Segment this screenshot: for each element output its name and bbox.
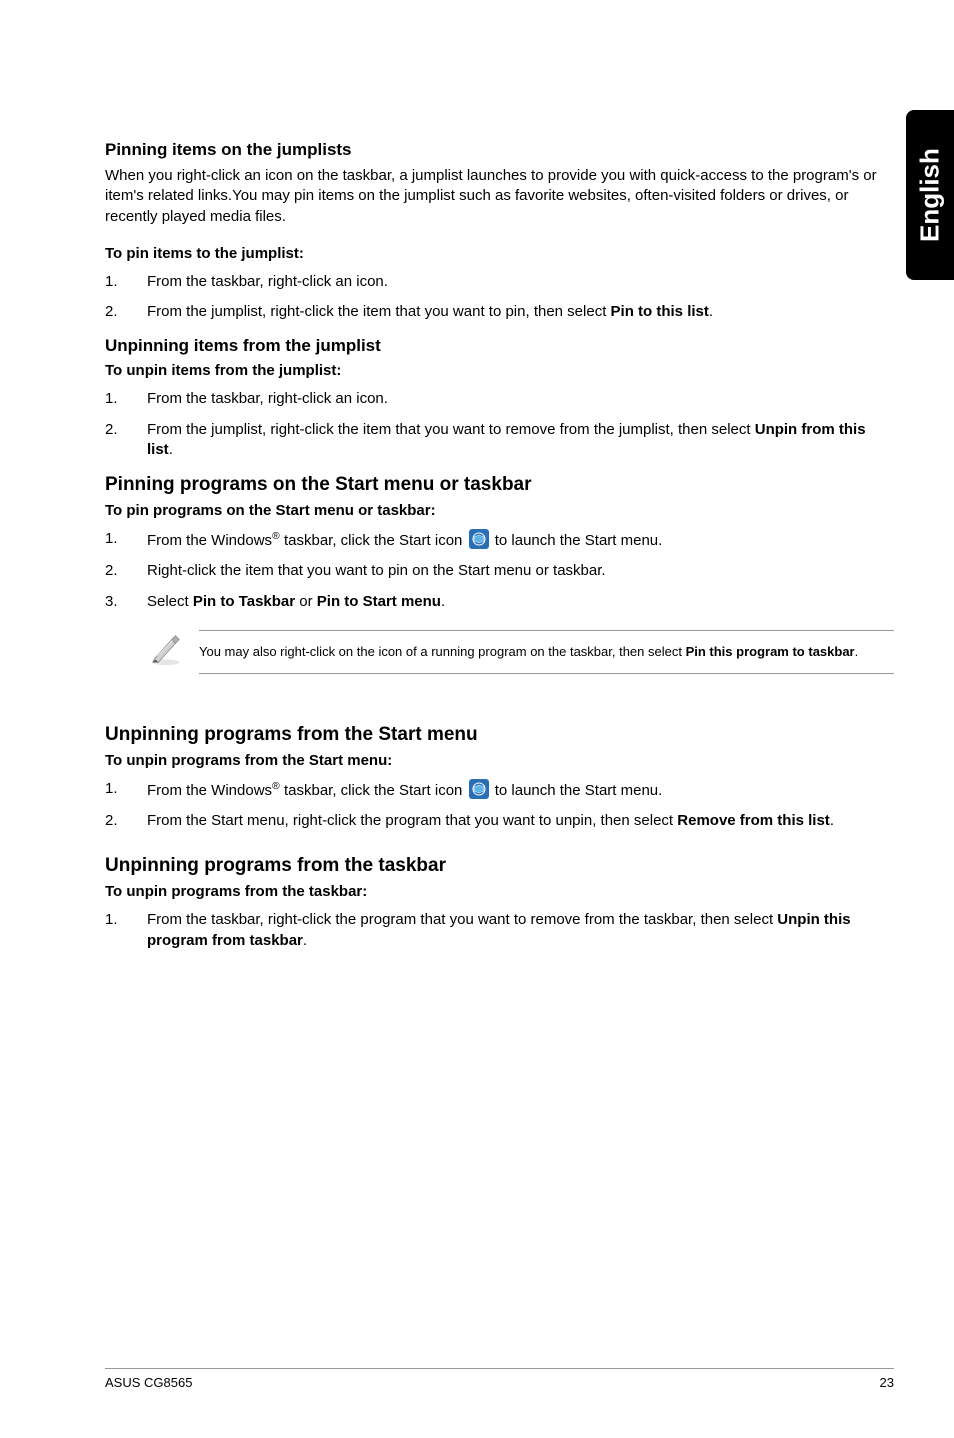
heading-pinning-jumplists: Pinning items on the jumplists xyxy=(105,140,894,160)
list-pin-jumplist: 1. From the taskbar, right-click an icon… xyxy=(105,272,894,323)
list-number: 2. xyxy=(105,420,147,461)
heading-unpinning-taskbar: Unpinning programs from the taskbar xyxy=(105,855,894,877)
list-number: 2. xyxy=(105,811,147,831)
list-unpin-start: 1. From the Windows® taskbar, click the … xyxy=(105,779,894,832)
list-number: 2. xyxy=(105,302,147,322)
text-fragment: From the taskbar, right-click the progra… xyxy=(147,911,777,928)
subhead-unpin-taskbar: To unpin programs from the taskbar: xyxy=(105,883,894,900)
windows-start-icon xyxy=(469,529,489,549)
list-number: 1. xyxy=(105,529,147,551)
heading-unpinning-jumplist: Unpinning items from the jumplist xyxy=(105,336,894,356)
list-number: 1. xyxy=(105,389,147,409)
list-item: 1. From the taskbar, right-click an icon… xyxy=(105,389,894,409)
list-unpin-jumplist: 1. From the taskbar, right-click an icon… xyxy=(105,389,894,460)
list-text: From the Windows® taskbar, click the Sta… xyxy=(147,529,894,551)
text-fragment: or xyxy=(295,593,317,610)
pencil-note-icon xyxy=(147,630,199,673)
bold-label: Pin this program to taskbar xyxy=(686,644,855,659)
text-fragment: From the Windows xyxy=(147,532,272,549)
note-block: You may also right-click on the icon of … xyxy=(147,630,894,674)
text-fragment: From the Start menu, right-click the pro… xyxy=(147,812,677,829)
heading-unpinning-start: Unpinning programs from the Start menu xyxy=(105,724,894,746)
heading-pinning-programs: Pinning programs on the Start menu or ta… xyxy=(105,474,894,496)
list-item: 1. From the taskbar, right-click the pro… xyxy=(105,910,894,951)
text-fragment: . xyxy=(830,812,834,829)
list-text: From the jumplist, right-click the item … xyxy=(147,302,894,322)
text-fragment: . xyxy=(855,644,859,659)
text-fragment: You may also right-click on the icon of … xyxy=(199,644,686,659)
text-fragment: From the jumplist, right-click the item … xyxy=(147,421,755,438)
windows-start-icon xyxy=(469,779,489,799)
footer-page-number: 23 xyxy=(880,1375,894,1390)
list-text: From the taskbar, right-click an icon. xyxy=(147,389,894,409)
list-text: Select Pin to Taskbar or Pin to Start me… xyxy=(147,592,894,612)
list-item: 3. Select Pin to Taskbar or Pin to Start… xyxy=(105,592,894,612)
text-fragment: to launch the Start menu. xyxy=(491,782,663,799)
bold-label: Pin to Taskbar xyxy=(193,593,295,610)
text-fragment: taskbar, click the Start icon xyxy=(280,782,467,799)
intro-text: When you right-click an icon on the task… xyxy=(105,166,894,227)
list-item: 2. From the jumplist, right-click the it… xyxy=(105,302,894,322)
list-number: 2. xyxy=(105,561,147,581)
list-pin-programs: 1. From the Windows® taskbar, click the … xyxy=(105,529,894,612)
list-text: From the Windows® taskbar, click the Sta… xyxy=(147,779,894,801)
list-unpin-taskbar: 1. From the taskbar, right-click the pro… xyxy=(105,910,894,951)
text-fragment: taskbar, click the Start icon xyxy=(280,532,467,549)
text-fragment: From the jumplist, right-click the item … xyxy=(147,303,611,320)
bold-label: Remove from this list xyxy=(677,812,830,829)
list-item: 2. Right-click the item that you want to… xyxy=(105,561,894,581)
list-item: 1. From the Windows® taskbar, click the … xyxy=(105,779,894,801)
text-fragment: . xyxy=(441,593,445,610)
list-text: From the taskbar, right-click an icon. xyxy=(147,272,894,292)
list-text: From the Start menu, right-click the pro… xyxy=(147,811,894,831)
text-fragment: . xyxy=(709,303,713,320)
text-fragment: to launch the Start menu. xyxy=(491,532,663,549)
subhead-unpin-start: To unpin programs from the Start menu: xyxy=(105,752,894,769)
footer-product: ASUS CG8565 xyxy=(105,1375,192,1390)
text-fragment: From the Windows xyxy=(147,782,272,799)
list-text: From the jumplist, right-click the item … xyxy=(147,420,894,461)
bold-label: Pin to Start menu xyxy=(317,593,441,610)
text-fragment: . xyxy=(303,932,307,949)
list-text: From the taskbar, right-click the progra… xyxy=(147,910,894,951)
subhead-unpin-jumplist: To unpin items from the jumplist: xyxy=(105,362,894,379)
list-item: 2. From the Start menu, right-click the … xyxy=(105,811,894,831)
list-text: Right-click the item that you want to pi… xyxy=(147,561,894,581)
subhead-pin-jumplist: To pin items to the jumplist: xyxy=(105,245,894,262)
list-number: 1. xyxy=(105,910,147,951)
note-text: You may also right-click on the icon of … xyxy=(199,630,894,674)
text-fragment: . xyxy=(169,441,173,458)
subhead-pin-programs: To pin programs on the Start menu or tas… xyxy=(105,502,894,519)
text-fragment: Select xyxy=(147,593,193,610)
registered-mark: ® xyxy=(272,530,280,542)
list-item: 1. From the Windows® taskbar, click the … xyxy=(105,529,894,551)
list-item: 2. From the jumplist, right-click the it… xyxy=(105,420,894,461)
list-number: 3. xyxy=(105,592,147,612)
page-footer: ASUS CG8565 23 xyxy=(105,1368,894,1390)
list-number: 1. xyxy=(105,272,147,292)
list-number: 1. xyxy=(105,779,147,801)
registered-mark: ® xyxy=(272,780,280,792)
page-content: Pinning items on the jumplists When you … xyxy=(0,0,954,1438)
bold-label: Pin to this list xyxy=(611,303,709,320)
list-item: 1. From the taskbar, right-click an icon… xyxy=(105,272,894,292)
